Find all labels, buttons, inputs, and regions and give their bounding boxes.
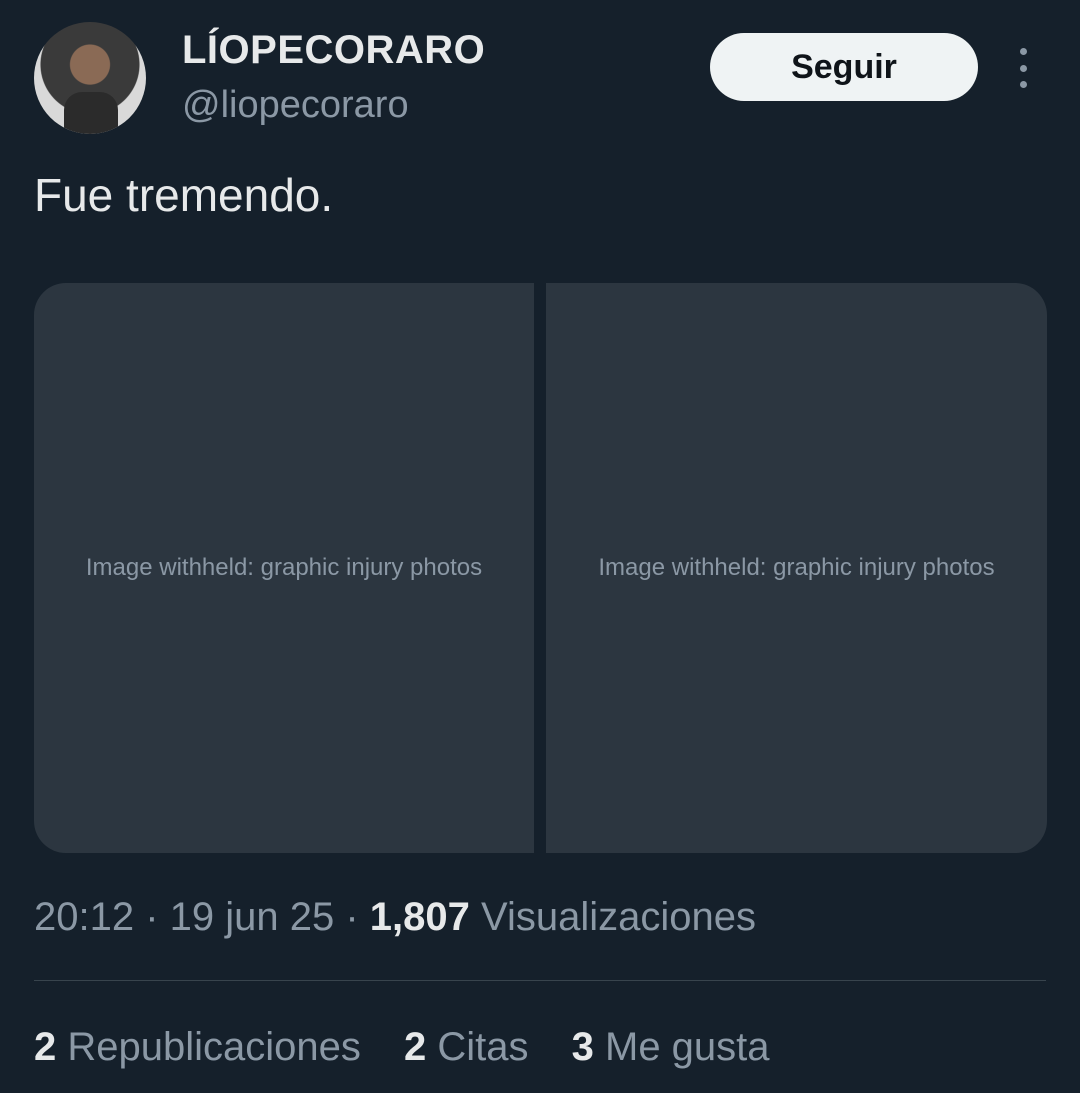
engagement-stats: 2 Republicaciones 2 Citas 3 Me gusta [34, 1025, 802, 1070]
likes-link[interactable]: 3 Me gusta [572, 1025, 770, 1069]
more-options-icon[interactable] [1012, 48, 1034, 88]
user-handle[interactable]: @liopecoraro [182, 84, 409, 127]
media-grid: Image withheld: graphic injury photos Im… [34, 283, 1047, 853]
tweet-meta: 20:12 · 19 jun 25 · 1,807 Visualizacione… [34, 895, 756, 939]
quotes-link[interactable]: 2 Citas [404, 1025, 529, 1069]
reposts-link[interactable]: 2 Republicaciones [34, 1025, 361, 1069]
tweet-time[interactable]: 20:12 [34, 895, 134, 939]
media-photo-2[interactable]: Image withheld: graphic injury photos [546, 283, 1047, 853]
tweet-date[interactable]: 19 jun 25 [170, 895, 335, 939]
media-photo-1[interactable]: Image withheld: graphic injury photos [34, 283, 534, 853]
media-placeholder: Image withheld: graphic injury photos [598, 554, 995, 582]
divider [34, 980, 1046, 981]
tweet-text: Fue tremendo. [34, 169, 334, 221]
media-placeholder: Image withheld: graphic injury photos [85, 554, 483, 582]
follow-button[interactable]: Seguir [710, 33, 978, 101]
views-label: Visualizaciones [469, 895, 756, 939]
tweet: LÍOPECORARO @liopecoraro Seguir Fue trem… [0, 0, 1080, 1093]
display-name[interactable]: LÍOPECORARO [182, 28, 485, 73]
views-count: 1,807 [369, 895, 470, 939]
avatar[interactable] [34, 22, 146, 134]
